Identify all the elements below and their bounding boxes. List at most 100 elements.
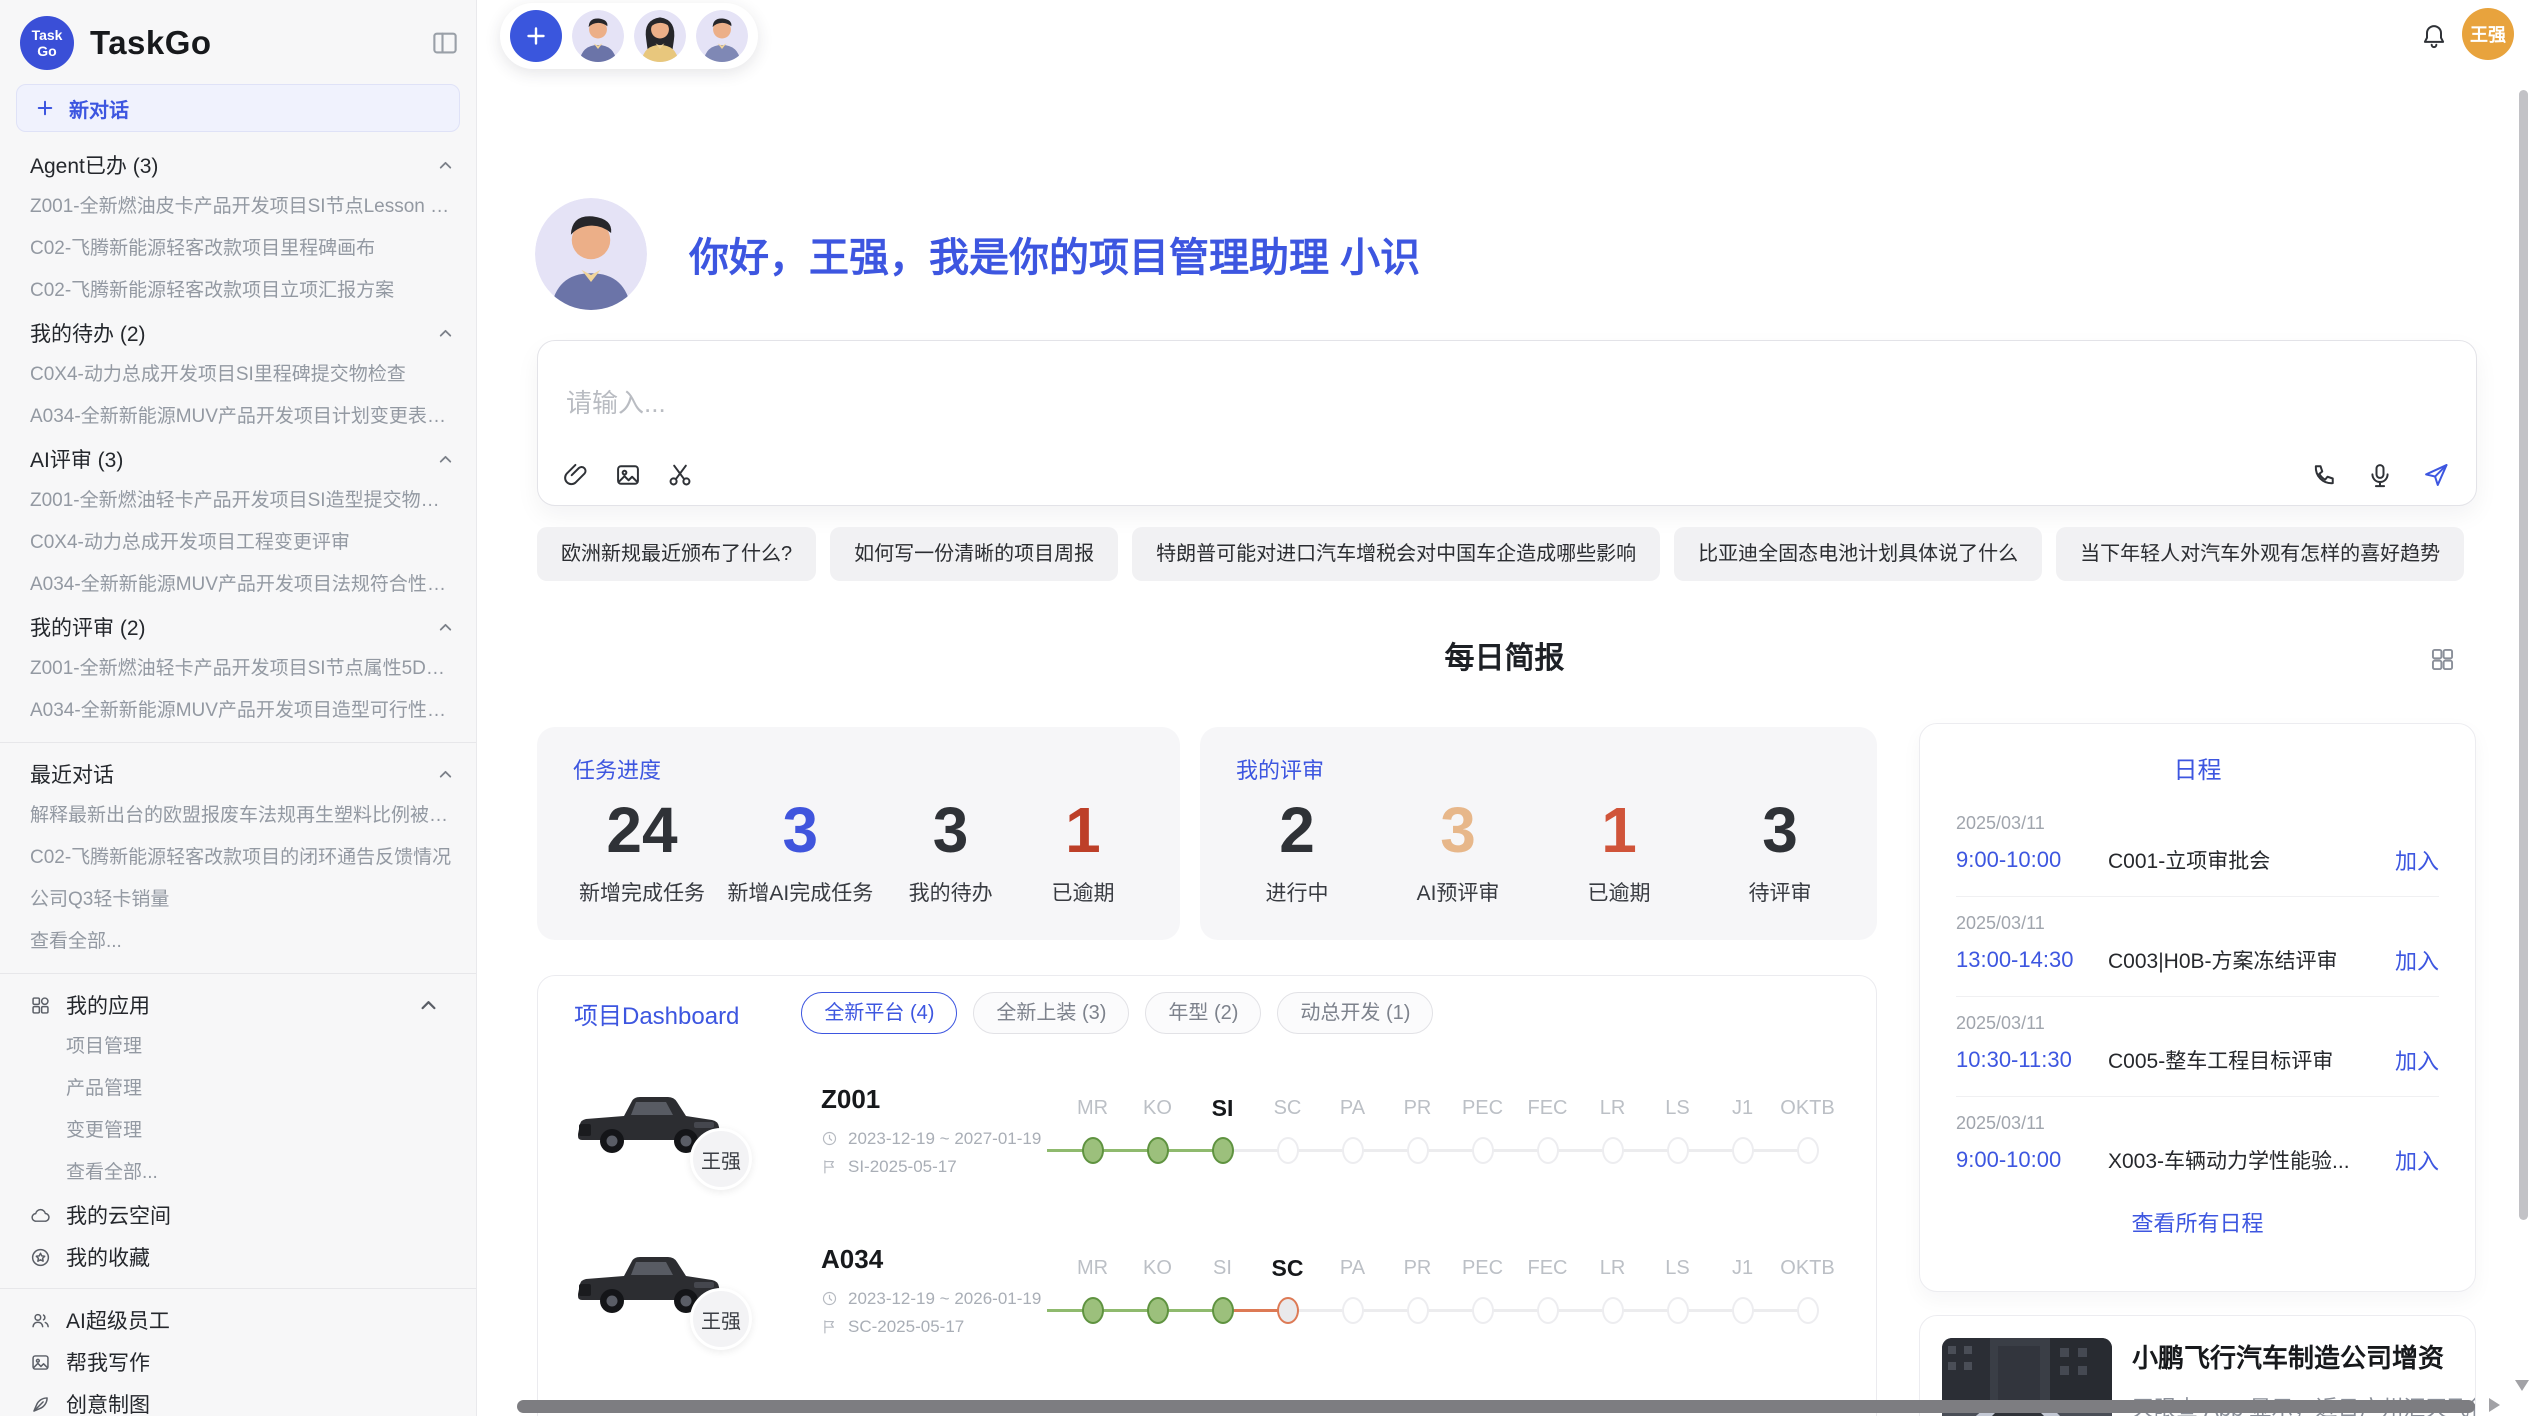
sidebar-section-header[interactable]: AI评审 (3): [0, 438, 476, 480]
sidebar-item-label: 帮我写作: [66, 1347, 150, 1377]
sidebar-item[interactable]: 查看全部...: [0, 921, 476, 963]
project-list: 王强Z0012023-12-19 ~ 2027-01-19SI-2025-05-…: [538, 1050, 1876, 1370]
horizontal-scrollbar[interactable]: [517, 1400, 2475, 1413]
add-agent-button[interactable]: [510, 10, 562, 62]
suggestion-chip[interactable]: 欧洲新规最近颁布了什么?: [537, 527, 816, 581]
event-date: 2025/03/11: [1956, 1113, 2439, 1134]
attachment-icon[interactable]: [562, 461, 590, 489]
milestone: J1: [1710, 1091, 1775, 1164]
sidebar-item-my-apps[interactable]: 我的应用: [0, 984, 476, 1026]
divider: [0, 1288, 476, 1289]
schedule-title: 日程: [1956, 750, 2439, 785]
milestone-dot: [1537, 1297, 1559, 1324]
stat-card-title: 我的评审: [1236, 753, 1841, 785]
suggestion-chip[interactable]: 如何写一份清晰的项目周报: [830, 527, 1118, 581]
image-upload-icon[interactable]: [614, 461, 642, 489]
sidebar-item[interactable]: C02-飞腾新能源轻客改款项目里程碑画布: [0, 228, 476, 270]
sidebar-item-feather[interactable]: 创意制图: [0, 1383, 476, 1416]
agent-avatar[interactable]: [572, 10, 624, 62]
assistant-greeting: 你好，王强，我是你的项目管理助理 小识: [535, 198, 1420, 310]
sidebar-item[interactable]: C02-飞腾新能源轻客改款项目的闭环通告反馈情况: [0, 837, 476, 879]
greeting-text: 你好，王强，我是你的项目管理助理 小识: [689, 225, 1420, 283]
join-event-link[interactable]: 加入: [2395, 844, 2439, 876]
project-flag: SC-2025-05-17: [821, 1317, 1056, 1337]
chat-input-placeholder[interactable]: 请输入...: [566, 383, 666, 420]
dashboard-tab[interactable]: 动总开发 (1): [1277, 992, 1433, 1034]
schedule-event: 2025/03/1110:30-11:30C005-整车工程目标评审加入: [1956, 1003, 2439, 1090]
new-chat-button[interactable]: 新对话: [16, 84, 460, 132]
dashboard-tab[interactable]: 年型 (2): [1145, 992, 1261, 1034]
send-icon[interactable]: [2422, 461, 2450, 489]
milestone: SI: [1190, 1091, 1255, 1164]
sidebar-item[interactable]: C02-飞腾新能源轻客改款项目立项汇报方案: [0, 270, 476, 312]
join-event-link[interactable]: 加入: [2395, 944, 2439, 976]
user-avatar[interactable]: 王强: [2462, 8, 2514, 60]
chat-input-card[interactable]: 请输入...: [537, 340, 2477, 506]
screenshot-icon[interactable]: [666, 461, 694, 489]
agent-avatar[interactable]: [634, 10, 686, 62]
sidebar-section-header[interactable]: 最近对话: [0, 753, 476, 795]
milestone-label: KO: [1125, 1251, 1190, 1285]
view-all-schedule-link[interactable]: 查看所有日程: [1956, 1190, 2439, 1254]
project-car-image: 王强: [574, 1074, 724, 1186]
join-event-link[interactable]: 加入: [2395, 1144, 2439, 1176]
sidebar-item[interactable]: Z001-全新燃油轻卡产品开发项目SI造型提交物评审: [0, 480, 476, 522]
project-row[interactable]: 王强Z0012023-12-19 ~ 2027-01-19SI-2025-05-…: [538, 1050, 1876, 1210]
suggestion-chip[interactable]: 特朗普可能对进口汽车增税会对中国车企造成哪些影响: [1132, 527, 1660, 581]
sidebar-section-header[interactable]: 我的评审 (2): [0, 606, 476, 648]
dashboard-tab[interactable]: 全新上装 (3): [973, 992, 1129, 1034]
milestone-dot: [1212, 1297, 1234, 1324]
scroll-right-arrow-icon[interactable]: [2489, 1398, 2500, 1412]
agent-avatar[interactable]: [696, 10, 748, 62]
vertical-scrollbar[interactable]: [2519, 90, 2528, 1220]
sidebar-subitem[interactable]: 产品管理: [0, 1068, 476, 1110]
schedule-event: 2025/03/119:00-10:00X003-车辆动力学性能验...加入: [1956, 1103, 2439, 1190]
project-flag: SI-2025-05-17: [821, 1157, 1056, 1177]
sidebar: Task Go TaskGo 新对话 Agent已办 (3)Z001-全新燃油皮…: [0, 0, 477, 1416]
milestone-label: MR: [1060, 1251, 1125, 1285]
milestone: KO: [1125, 1251, 1190, 1324]
layout-grid-icon[interactable]: [2429, 646, 2456, 673]
sidebar-item[interactable]: C0X4-动力总成开发项目SI里程碑提交物检查: [0, 354, 476, 396]
sidebar-item[interactable]: Z001-全新燃油轻卡产品开发项目SI节点属性5D文件评审: [0, 648, 476, 690]
suggestion-chip[interactable]: 当下年轻人对汽车外观有怎样的喜好趋势: [2056, 527, 2464, 581]
sidebar-item[interactable]: A034-全新新能源MUV产品开发项目造型可行性评审: [0, 690, 476, 732]
milestone: PR: [1385, 1091, 1450, 1164]
sidebar-item[interactable]: A034-全新新能源MUV产品开发项目法规符合性评审: [0, 564, 476, 606]
sidebar-item-star[interactable]: 我的收藏: [0, 1236, 476, 1278]
sidebar-item-cloud[interactable]: 我的云空间: [0, 1194, 476, 1236]
sidebar-section-header[interactable]: 我的待办 (2): [0, 312, 476, 354]
notifications-bell-icon[interactable]: [2420, 22, 2448, 50]
sidebar-item-image[interactable]: 帮我写作: [0, 1341, 476, 1383]
chevron-up-icon: [437, 766, 454, 783]
scroll-down-arrow-icon[interactable]: [2515, 1380, 2529, 1391]
milestone-dot: [1147, 1297, 1169, 1324]
suggestion-chip[interactable]: 比亚迪全固态电池计划具体说了什么: [1674, 527, 2042, 581]
sidebar-apps: 我的应用项目管理产品管理变更管理查看全部...: [0, 984, 476, 1194]
milestone-dot: [1407, 1137, 1429, 1164]
sidebar-subitem[interactable]: 项目管理: [0, 1026, 476, 1068]
milestone-label: SC: [1255, 1251, 1320, 1285]
microphone-icon[interactable]: [2366, 461, 2394, 489]
sidebar-subitem[interactable]: 变更管理: [0, 1110, 476, 1152]
stat-card: 我的评审2进行中3AI预评审1已逾期3待评审: [1200, 727, 1877, 940]
sidebar-collapse-icon[interactable]: [430, 28, 460, 58]
sidebar-item[interactable]: C0X4-动力总成开发项目工程变更评审: [0, 522, 476, 564]
sidebar-item[interactable]: Z001-全新燃油皮卡产品开发项目SI节点Lesson Learn报告: [0, 186, 476, 228]
milestone-dot: [1732, 1137, 1754, 1164]
dashboard-tab[interactable]: 全新平台 (4): [801, 992, 957, 1034]
sidebar-item-people[interactable]: AI超级员工: [0, 1299, 476, 1341]
sidebar-item[interactable]: 公司Q3轻卡销量: [0, 879, 476, 921]
sidebar-item[interactable]: 解释最新出台的欧盟报废车法规再生塑料比例被调至15%...: [0, 795, 476, 837]
project-row[interactable]: 王强A0342023-12-19 ~ 2026-01-19SC-2025-05-…: [538, 1210, 1876, 1370]
sidebar-item[interactable]: A034-全新新能源MUV产品开发项目计划变更表编写: [0, 396, 476, 438]
milestone-label: SI: [1190, 1251, 1255, 1285]
milestone-label: OKTB: [1775, 1251, 1840, 1285]
voice-call-icon[interactable]: [2310, 461, 2338, 489]
milestone: LR: [1580, 1251, 1645, 1324]
dashboard-header: 项目Dashboard 全新平台 (4)全新上装 (3)年型 (2)动总开发 (…: [538, 976, 1876, 1050]
sidebar-section-header[interactable]: Agent已办 (3): [0, 144, 476, 186]
join-event-link[interactable]: 加入: [2395, 1044, 2439, 1076]
milestone-label: SI: [1190, 1091, 1255, 1125]
sidebar-subitem[interactable]: 查看全部...: [0, 1152, 476, 1194]
